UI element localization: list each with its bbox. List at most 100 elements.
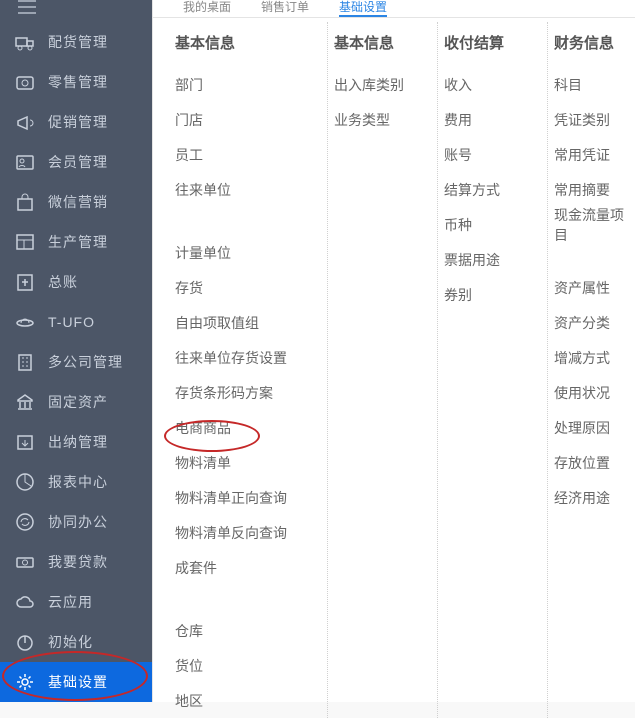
power-icon	[14, 631, 36, 653]
sidebar-item-goods[interactable]: 微信营销	[0, 182, 152, 222]
sidebar-item-power[interactable]: 初始化	[0, 622, 152, 662]
cloud-icon	[14, 591, 36, 613]
menu-link[interactable]: 经济用途	[554, 480, 629, 515]
menu-link[interactable]: 自由项取值组	[175, 305, 321, 340]
sidebar-item-cloud[interactable]: 云应用	[0, 582, 152, 622]
column-1: 基本信息出入库类别业务类型	[327, 22, 437, 718]
column-header: 基本信息	[175, 32, 321, 53]
sidebar-item-ledger[interactable]: 总账	[0, 262, 152, 302]
menu-link[interactable]: 收入	[444, 67, 541, 102]
sidebar-item-truck[interactable]: 配货管理	[0, 22, 152, 62]
sidebar-item-gear[interactable]: 基础设置	[0, 662, 152, 702]
sidebar-item-label: 会员管理	[48, 152, 108, 172]
sidebar-item-label: 零售管理	[48, 72, 108, 92]
menu-link[interactable]: 处理原因	[554, 410, 629, 445]
person-card-icon	[14, 151, 36, 173]
sidebar-header	[0, 0, 152, 16]
column-0: 基本信息部门门店员工往来单位计量单位存货自由项取值组往来单位存货设置存货条形码方…	[169, 22, 327, 718]
megaphone-icon	[14, 111, 36, 133]
menu-link[interactable]: 凭证类别	[554, 102, 629, 137]
menu-link[interactable]: 增减方式	[554, 340, 629, 375]
menu-link[interactable]: 现金流量项目	[554, 207, 629, 242]
columns: 基本信息部门门店员工往来单位计量单位存货自由项取值组往来单位存货设置存货条形码方…	[153, 18, 635, 718]
sidebar-item-layout[interactable]: 生产管理	[0, 222, 152, 262]
menu-link[interactable]: 存货	[175, 270, 321, 305]
menu-link[interactable]: 业务类型	[334, 102, 431, 137]
menu-link[interactable]: 出入库类别	[334, 67, 431, 102]
sidebar-item-refresh-circle[interactable]: 协同办公	[0, 502, 152, 542]
column-list: 科目凭证类别常用凭证常用摘要现金流量项目资产属性资产分类增减方式使用状况处理原因…	[554, 67, 629, 515]
menu-link[interactable]: 费用	[444, 102, 541, 137]
menu-link[interactable]: 结算方式	[444, 172, 541, 207]
tab-1[interactable]: 销售订单	[261, 0, 309, 17]
menu-link[interactable]: 常用凭证	[554, 137, 629, 172]
menu-link[interactable]: 账号	[444, 137, 541, 172]
sidebar-item-label: 基础设置	[48, 672, 108, 692]
sidebar-item-label: T-UFO	[48, 314, 95, 330]
sidebar: 配货管理零售管理促销管理会员管理微信营销生产管理总账 T-UFO 多公司管理固定资产…	[0, 0, 152, 702]
sidebar-item-chart[interactable]: 报表中心	[0, 462, 152, 502]
tab-2[interactable]: 基础设置	[339, 0, 387, 17]
menu-link[interactable]: 存放位置	[554, 445, 629, 480]
export-icon	[14, 431, 36, 453]
column-list: 出入库类别业务类型	[334, 67, 431, 137]
sidebar-item-megaphone[interactable]: 促销管理	[0, 102, 152, 142]
menu-link[interactable]: 部门	[175, 67, 321, 102]
sidebar-item-cash[interactable]: 我要贷款	[0, 542, 152, 582]
menu-link[interactable]: 科目	[554, 67, 629, 102]
menu-link[interactable]: 仓库	[175, 613, 321, 648]
menu-link[interactable]: 票据用途	[444, 242, 541, 277]
menu-link[interactable]: 计量单位	[175, 235, 321, 270]
menu-link[interactable]: 往来单位存货设置	[175, 340, 321, 375]
menu-link[interactable]: 物料清单反向查询	[175, 515, 321, 550]
sidebar-item-label: 促销管理	[48, 112, 108, 132]
sidebar-item-camera[interactable]: 零售管理	[0, 62, 152, 102]
menu-link[interactable]: 资产分类	[554, 305, 629, 340]
sidebar-item-label: 初始化	[48, 632, 93, 652]
gear-icon	[14, 671, 36, 693]
building-icon	[14, 351, 36, 373]
menu-link[interactable]: 员工	[175, 137, 321, 172]
menu-link[interactable]: 券别	[444, 277, 541, 312]
menu-link[interactable]: 币种	[444, 207, 541, 242]
sidebar-item-ufo[interactable]: T-UFO	[0, 302, 152, 342]
tab-0[interactable]: 我的桌面	[183, 0, 231, 17]
group-spacer	[554, 242, 629, 270]
sidebar-item-label: 微信营销	[48, 192, 108, 212]
menu-link[interactable]: 地区	[175, 683, 321, 718]
group-spacer	[175, 207, 321, 235]
sidebar-item-export[interactable]: 出纳管理	[0, 422, 152, 462]
camera-icon	[14, 71, 36, 93]
sidebar-item-label: 我要贷款	[48, 552, 108, 572]
menu-link[interactable]: 电商商品	[175, 410, 321, 445]
sidebar-item-building[interactable]: 多公司管理	[0, 342, 152, 382]
menu-link[interactable]: 资产属性	[554, 270, 629, 305]
menu-icon[interactable]	[18, 0, 36, 20]
sidebar-item-bank[interactable]: 固定资产	[0, 382, 152, 422]
menu-link[interactable]: 存货条形码方案	[175, 375, 321, 410]
goods-icon	[14, 191, 36, 213]
ufo-icon	[14, 311, 36, 333]
truck-icon	[14, 31, 36, 53]
menu-link[interactable]: 使用状况	[554, 375, 629, 410]
menu-link[interactable]: 成套件	[175, 550, 321, 585]
menu-link[interactable]: 往来单位	[175, 172, 321, 207]
menu-link[interactable]: 物料清单正向查询	[175, 480, 321, 515]
ledger-icon	[14, 271, 36, 293]
column-3: 财务信息科目凭证类别常用凭证常用摘要现金流量项目资产属性资产分类增减方式使用状况…	[547, 22, 635, 718]
layout-icon	[14, 231, 36, 253]
column-header: 基本信息	[334, 32, 431, 53]
column-2: 收付结算收入费用账号结算方式币种票据用途券别	[437, 22, 547, 718]
menu-link[interactable]: 货位	[175, 648, 321, 683]
menu-link[interactable]: 物料清单	[175, 445, 321, 480]
menu-link[interactable]: 门店	[175, 102, 321, 137]
sidebar-item-label: 协同办公	[48, 512, 108, 532]
menu-link[interactable]: 常用摘要	[554, 172, 629, 207]
sidebar-item-label: 总账	[48, 272, 78, 292]
sidebar-item-label: 多公司管理	[48, 352, 123, 372]
sidebar-item-label: 固定资产	[48, 392, 108, 412]
sidebar-item-person-card[interactable]: 会员管理	[0, 142, 152, 182]
column-header: 财务信息	[554, 32, 629, 53]
sidebar-item-label: 报表中心	[48, 472, 108, 492]
sidebar-item-label: 云应用	[48, 592, 93, 612]
